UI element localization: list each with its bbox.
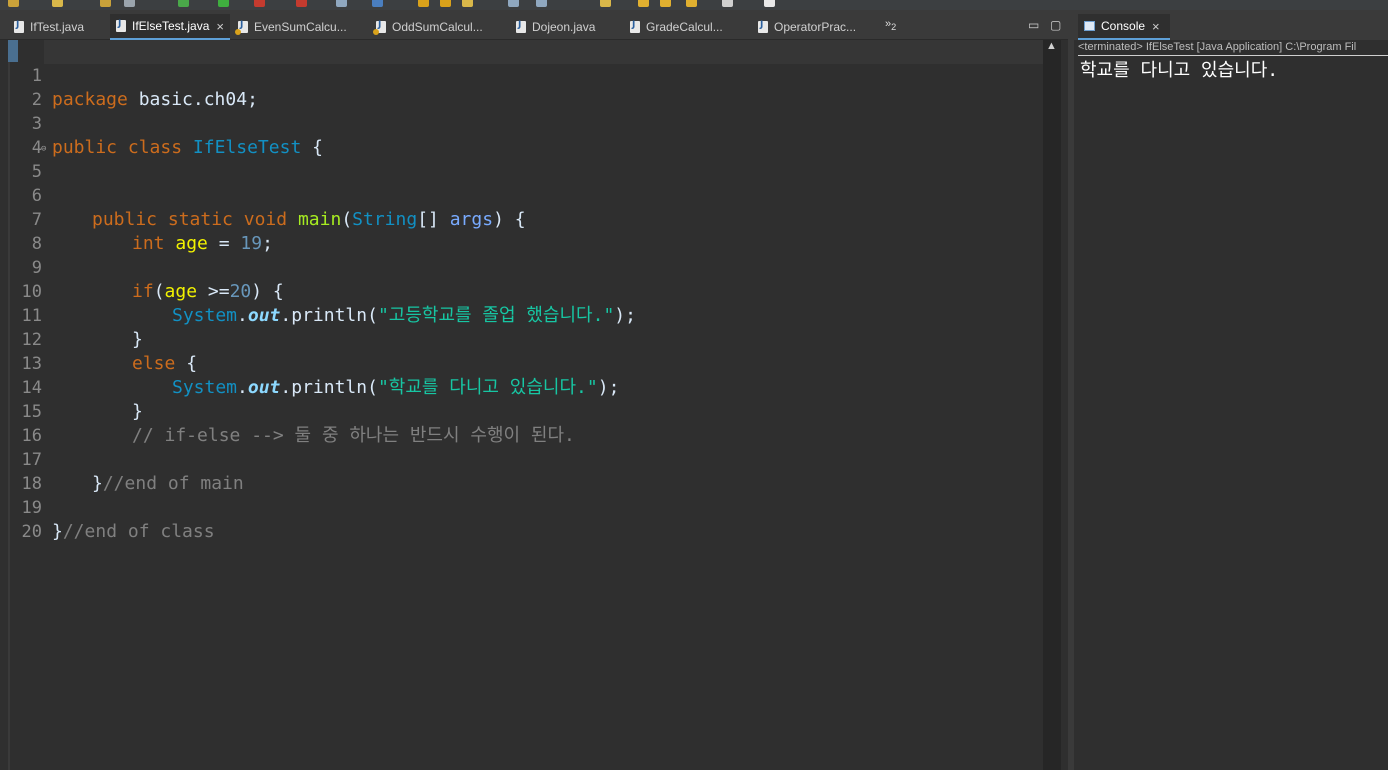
toolbar-icon[interactable] xyxy=(8,0,19,7)
toolbar-icon[interactable] xyxy=(722,0,733,7)
toolbar-icon[interactable] xyxy=(336,0,347,7)
console-icon xyxy=(1084,21,1095,31)
code-line[interactable]: 9 if(age >=20) { xyxy=(0,232,1043,302)
minimize-icon[interactable]: ▭ xyxy=(1028,18,1039,32)
toolbar-icon[interactable] xyxy=(508,0,519,7)
toolbar-icon[interactable] xyxy=(124,0,135,7)
tab-label: GradeCalcul... xyxy=(646,20,723,34)
editor-scrollbar[interactable] xyxy=(1043,40,1061,770)
line-number: 20 xyxy=(21,522,42,542)
tab-label: Console xyxy=(1101,19,1146,33)
code-line[interactable]: 10 System.out.println("고등학교를 졸업 했습니다."); xyxy=(0,256,1043,326)
tab-label: EvenSumCalcu... xyxy=(254,20,347,34)
code-line[interactable]: 8 xyxy=(0,208,1043,254)
scroll-up-icon[interactable]: ▲ xyxy=(1046,40,1057,52)
toolbar-icon[interactable] xyxy=(178,0,189,7)
java-file-icon xyxy=(758,20,768,33)
tab-gradecalculator[interactable]: GradeCalcul... xyxy=(630,14,723,40)
toolbar-icon[interactable] xyxy=(296,0,307,7)
tab-label: OperatorPrac... xyxy=(774,20,857,34)
tab-console[interactable]: Console × xyxy=(1078,14,1170,40)
code-line[interactable]: 4 xyxy=(0,112,1043,158)
tab-evensumcalculator[interactable]: EvenSumCalcu... xyxy=(235,14,347,40)
toolbar-icon[interactable] xyxy=(764,0,775,7)
java-file-icon xyxy=(630,20,640,33)
code-line[interactable]: 18 xyxy=(0,448,1043,494)
tab-label: OddSumCalcul... xyxy=(392,20,483,34)
toolbar-icon[interactable] xyxy=(660,0,671,7)
tab-dojeon[interactable]: Dojeon.java xyxy=(516,14,595,40)
maximize-icon[interactable]: ▢ xyxy=(1050,18,1061,32)
code-line[interactable]: 1 package basic.ch04; xyxy=(0,40,1043,110)
console-output[interactable]: 학교를 다니고 있습니다. xyxy=(1080,56,1278,82)
java-file-icon xyxy=(116,19,126,32)
code-line[interactable]: 11 } xyxy=(0,280,1043,350)
close-tab-icon[interactable]: × xyxy=(216,19,224,34)
tab-label: Dojeon.java xyxy=(532,20,596,34)
toolbar-icon[interactable] xyxy=(418,0,429,7)
code-line[interactable]: 7 int age = 19; xyxy=(0,184,1043,254)
tab-ifelsetest[interactable]: IfElseTest.java × xyxy=(110,14,230,40)
toolbar-icon[interactable] xyxy=(100,0,111,7)
java-runnable-file-icon xyxy=(235,20,248,35)
code-line[interactable]: 20 xyxy=(0,496,1043,542)
toolbar-icon[interactable] xyxy=(372,0,383,7)
tab-iftest[interactable]: IfTest.java xyxy=(14,14,84,40)
code-editor[interactable]: 1 package basic.ch04; 2 3 public class I… xyxy=(0,40,1043,770)
code-line[interactable]: 13 System.out.println("학교를 다니고 있습니다."); xyxy=(0,328,1043,398)
main-toolbar xyxy=(0,0,1388,10)
editor-tab-bar: IfTest.java IfElseTest.java × EvenSumCal… xyxy=(0,10,1068,40)
tab-operatorpractice[interactable]: OperatorPrac... xyxy=(758,14,856,40)
toolbar-icon[interactable] xyxy=(638,0,649,7)
code-line[interactable]: 12 else { xyxy=(0,304,1043,374)
toolbar-icon[interactable] xyxy=(686,0,697,7)
code-line[interactable]: 6 xyxy=(0,160,1043,206)
close-tab-icon[interactable]: × xyxy=(1152,19,1160,34)
code-line[interactable]: 15 // if-else --> 둘 중 하나는 반드시 수행이 된다. xyxy=(0,376,1043,446)
java-file-icon xyxy=(14,20,24,33)
code-line[interactable]: 16 xyxy=(0,400,1043,446)
code-line[interactable]: 3 public class IfElseTest { xyxy=(0,88,1043,158)
tab-oddsumcalculator[interactable]: OddSumCalcul... xyxy=(373,14,483,40)
toolbar-icon[interactable] xyxy=(462,0,473,7)
java-file-icon xyxy=(516,20,526,33)
code-line[interactable]: 2 xyxy=(0,64,1043,110)
comment: //end of class xyxy=(62,521,215,542)
toolbar-icon[interactable] xyxy=(536,0,547,7)
console-view: Console × <terminated> IfElseTest [Java … xyxy=(1074,10,1388,770)
toolbar-icon[interactable] xyxy=(440,0,451,7)
tab-overflow-button[interactable]: »2 xyxy=(885,18,896,32)
fold-collapse-icon[interactable]: ⊖ xyxy=(41,137,46,161)
console-status-line: <terminated> IfElseTest [Java Applicatio… xyxy=(1078,40,1388,56)
overflow-count: 2 xyxy=(891,22,897,33)
java-runnable-file-icon xyxy=(373,20,386,35)
code-line[interactable]: 14 } xyxy=(0,352,1043,422)
code-line[interactable]: 19 }//end of class xyxy=(0,472,1043,542)
code-line[interactable]: 5 ⊖ public static void main(String[] arg… xyxy=(0,136,1043,230)
toolbar-icon[interactable] xyxy=(600,0,611,7)
console-tab-bar: Console × xyxy=(1074,10,1388,40)
tab-label: IfTest.java xyxy=(30,20,85,34)
code-line[interactable]: 17 }//end of main xyxy=(0,424,1043,494)
toolbar-icon[interactable] xyxy=(218,0,229,7)
toolbar-icon[interactable] xyxy=(52,0,63,7)
tab-label: IfElseTest.java xyxy=(132,19,210,33)
toolbar-icon[interactable] xyxy=(254,0,265,7)
editor-part: IfTest.java IfElseTest.java × EvenSumCal… xyxy=(0,10,1068,770)
